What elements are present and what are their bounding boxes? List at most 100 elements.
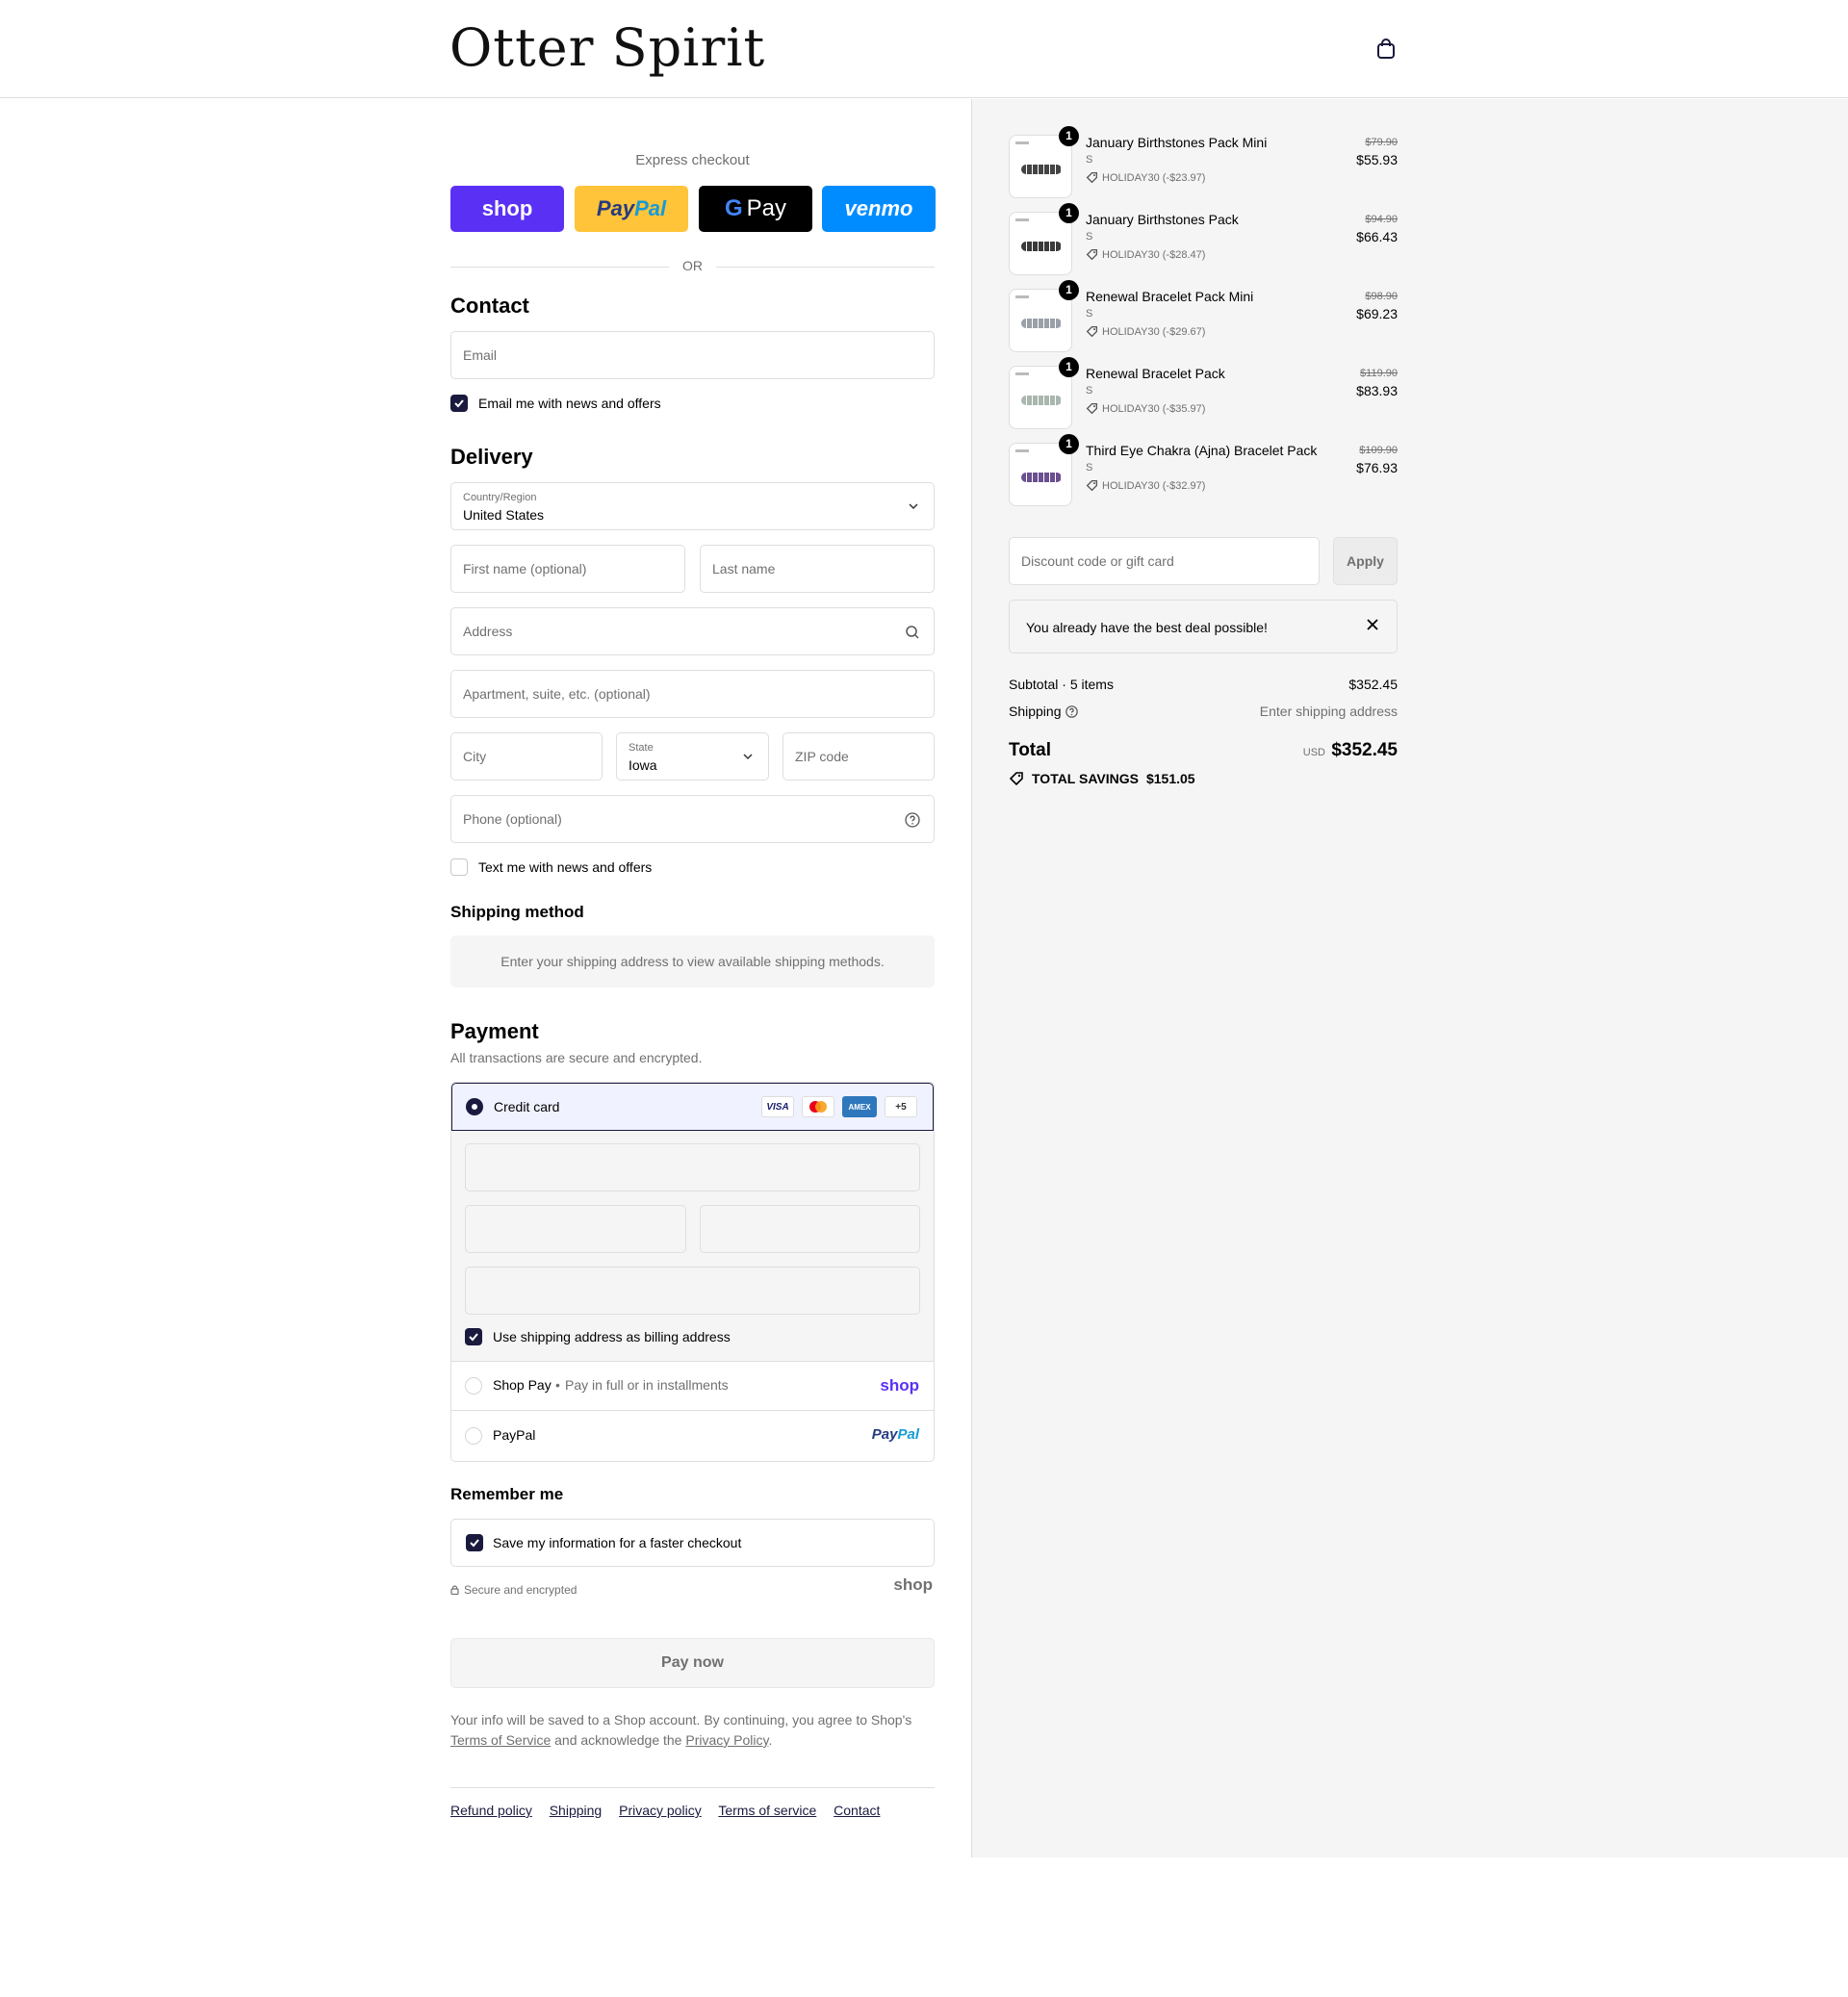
item-original-price: $94.90 bbox=[1365, 214, 1398, 225]
item-discount: HOLIDAY30 (-$23.97) bbox=[1086, 171, 1205, 184]
venmo-express-button[interactable]: venmo bbox=[822, 186, 936, 232]
quantity-badge: 1 bbox=[1059, 434, 1079, 454]
bracelet-image bbox=[1021, 242, 1062, 251]
item-name: January Birthstones Pack bbox=[1086, 212, 1239, 227]
order-item: 1 January Birthstones Pack Mini S HOLIDAY30… bbox=[1009, 125, 1398, 198]
secure-encrypted-note: Secure and encrypted bbox=[450, 1583, 577, 1597]
shipping-method-heading: Shipping method bbox=[450, 903, 584, 921]
paypal-express-button[interactable]: Pay Pal bbox=[575, 186, 688, 232]
city-field[interactable]: City bbox=[450, 732, 603, 781]
credit-card-label: Credit card bbox=[494, 1099, 560, 1114]
item-name: Renewal Bracelet Pack Mini bbox=[1086, 289, 1254, 304]
country-select[interactable]: Country/Region United States bbox=[450, 482, 935, 530]
footer-shipping[interactable]: Shipping bbox=[550, 1803, 603, 1818]
credit-card-radio[interactable] bbox=[466, 1098, 483, 1115]
bracelet-image bbox=[1021, 473, 1062, 482]
shop-pay-option[interactable]: Shop Pay • Pay in full or in installment… bbox=[451, 1362, 934, 1410]
tag-icon bbox=[1086, 402, 1098, 415]
footer-terms-of-service[interactable]: Terms of service bbox=[718, 1803, 816, 1818]
save-info-label: Save my information for a faster checkou… bbox=[493, 1535, 742, 1550]
item-variant: S bbox=[1086, 154, 1093, 166]
card-expiry-field[interactable] bbox=[465, 1205, 686, 1253]
footer-links: Refund policy Shipping Privacy policy Te… bbox=[450, 1803, 893, 1818]
close-icon[interactable] bbox=[1366, 618, 1379, 631]
shipping-value: Enter shipping address bbox=[1259, 704, 1398, 719]
billing-address-label: Use shipping address as billing address bbox=[493, 1329, 731, 1344]
item-original-price: $119.90 bbox=[1360, 368, 1398, 379]
phone-field[interactable]: Phone (optional) bbox=[450, 795, 935, 843]
item-discount: HOLIDAY30 (-$32.97) bbox=[1086, 479, 1205, 492]
zip-field[interactable]: ZIP code bbox=[783, 732, 935, 781]
shop-pay-radio[interactable] bbox=[465, 1377, 482, 1395]
item-original-price: $79.90 bbox=[1365, 137, 1398, 148]
best-deal-notice: You already have the best deal possible! bbox=[1009, 600, 1398, 653]
tag-icon bbox=[1086, 248, 1098, 261]
last-name-field[interactable]: Last name bbox=[700, 545, 935, 593]
item-discount: HOLIDAY30 (-$28.47) bbox=[1086, 248, 1205, 261]
order-item: 1 Renewal Bracelet Pack Mini S HOLIDAY30 (-… bbox=[1009, 279, 1398, 352]
discount-code-input[interactable]: Discount code or gift card bbox=[1009, 537, 1320, 585]
pay-now-button[interactable]: Pay now bbox=[450, 1638, 935, 1688]
privacy-policy-link[interactable]: Privacy Policy bbox=[685, 1732, 768, 1748]
footer-contact[interactable]: Contact bbox=[834, 1803, 880, 1818]
paypal-option[interactable]: PayPal PayPal bbox=[451, 1410, 934, 1461]
paypal-label: PayPal bbox=[493, 1427, 536, 1443]
chevron-down-icon bbox=[743, 754, 753, 760]
footer-privacy-policy[interactable]: Privacy policy bbox=[619, 1803, 702, 1818]
header: Otter Spirit bbox=[0, 0, 1848, 98]
shop-pay-express-button[interactable]: shop bbox=[450, 186, 564, 232]
total-value: $352.45 bbox=[1331, 740, 1398, 760]
card-cvv-field[interactable] bbox=[700, 1205, 920, 1253]
total-label: Total bbox=[1009, 740, 1051, 760]
text-news-checkbox[interactable] bbox=[450, 858, 468, 876]
credit-card-option[interactable]: Credit card VISA AMEX +5 bbox=[451, 1083, 934, 1131]
item-price: $76.93 bbox=[1356, 460, 1398, 475]
payment-methods: Credit card VISA AMEX +5 Use shipping ad… bbox=[450, 1082, 935, 1462]
footer-refund-policy[interactable]: Refund policy bbox=[450, 1803, 532, 1818]
bracelet-image bbox=[1021, 165, 1062, 174]
card-number-field[interactable] bbox=[465, 1143, 920, 1191]
address-field[interactable]: Address bbox=[450, 607, 935, 655]
payment-subtitle: All transactions are secure and encrypte… bbox=[450, 1050, 703, 1065]
remember-me-heading: Remember me bbox=[450, 1485, 564, 1503]
item-name: Renewal Bracelet Pack bbox=[1086, 366, 1225, 381]
remember-me-box: Save my information for a faster checkou… bbox=[450, 1519, 935, 1567]
express-checkout-title: Express checkout bbox=[635, 152, 750, 168]
quantity-badge: 1 bbox=[1059, 280, 1079, 300]
state-select[interactable]: State Iowa bbox=[616, 732, 769, 781]
item-name: January Birthstones Pack Mini bbox=[1086, 135, 1268, 150]
item-variant: S bbox=[1086, 462, 1093, 474]
help-icon[interactable] bbox=[1065, 705, 1078, 718]
card-name-field[interactable] bbox=[465, 1267, 920, 1315]
tag-icon bbox=[1086, 479, 1098, 492]
quantity-badge: 1 bbox=[1059, 126, 1079, 146]
bullet-separator: • bbox=[555, 1377, 560, 1393]
google-pay-express-button[interactable]: G Pay bbox=[699, 186, 812, 232]
item-discount: HOLIDAY30 (-$35.97) bbox=[1086, 402, 1205, 415]
help-icon[interactable] bbox=[905, 812, 920, 828]
order-item: 1 January Birthstones Pack S HOLIDAY30 (-$2… bbox=[1009, 202, 1398, 275]
item-variant: S bbox=[1086, 231, 1093, 243]
paypal-radio[interactable] bbox=[465, 1427, 482, 1445]
tag-icon bbox=[1086, 325, 1098, 338]
apartment-field[interactable]: Apartment, suite, etc. (optional) bbox=[450, 670, 935, 718]
or-divider: OR bbox=[450, 257, 935, 276]
terms-of-service-link[interactable]: Terms of Service bbox=[450, 1732, 551, 1748]
item-discount: HOLIDAY30 (-$29.67) bbox=[1086, 325, 1205, 338]
lock-icon bbox=[450, 1585, 459, 1595]
shipping-row: Shipping Enter shipping address bbox=[1009, 704, 1398, 719]
apply-discount-button[interactable]: Apply bbox=[1333, 537, 1398, 585]
first-name-field[interactable]: First name (optional) bbox=[450, 545, 685, 593]
chevron-down-icon bbox=[909, 503, 918, 510]
store-logo[interactable]: Otter Spirit bbox=[449, 17, 765, 78]
quantity-badge: 1 bbox=[1059, 203, 1079, 223]
billing-address-checkbox[interactable] bbox=[465, 1328, 482, 1345]
email-news-checkbox[interactable] bbox=[450, 395, 468, 412]
shop-pay-logo: shop bbox=[880, 1376, 919, 1395]
email-field[interactable]: Email bbox=[450, 331, 935, 379]
save-info-checkbox[interactable] bbox=[466, 1534, 483, 1551]
mastercard-icon bbox=[802, 1096, 834, 1117]
bracelet-image bbox=[1021, 319, 1062, 328]
shopping-bag-icon[interactable] bbox=[1376, 38, 1396, 60]
tag-icon bbox=[1086, 171, 1098, 184]
